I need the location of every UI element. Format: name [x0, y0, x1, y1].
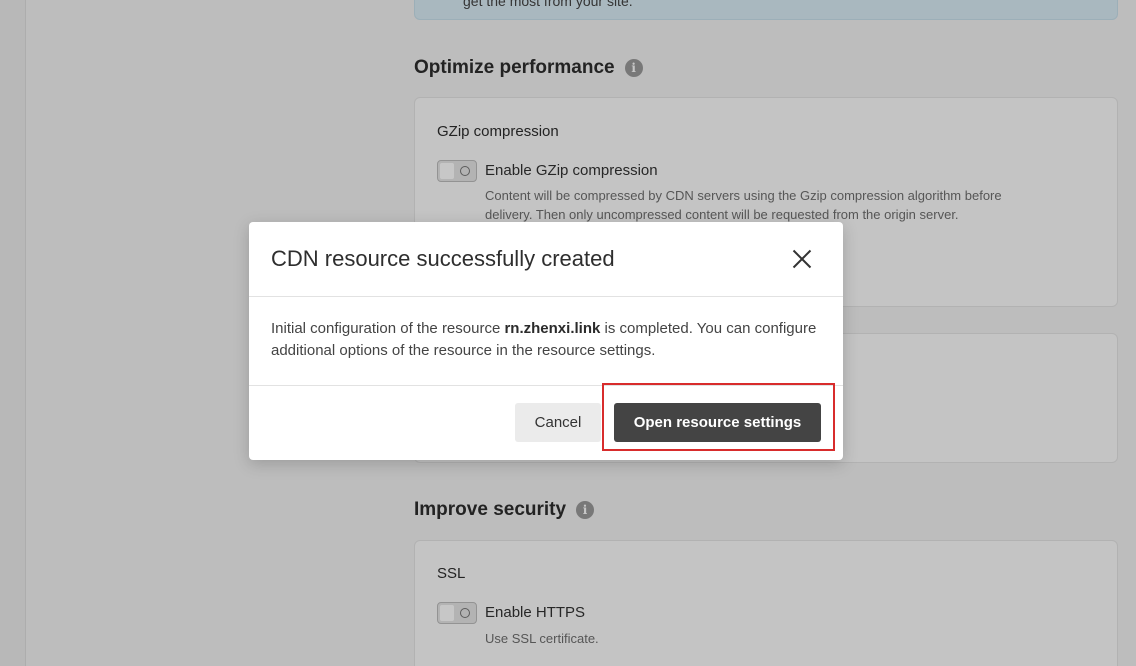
cancel-button[interactable]: Cancel: [515, 403, 601, 442]
highlight-box: [602, 383, 835, 451]
dialog-body: Initial configuration of the resource rn…: [271, 318, 831, 362]
dialog-header: CDN resource successfully created: [249, 222, 843, 297]
page: get the most from your site. Optimize pe…: [0, 0, 1136, 666]
dialog-body-prefix: Initial configuration of the resource: [271, 320, 505, 337]
resource-name: rn.zhenxi.link: [504, 320, 601, 337]
close-icon[interactable]: [789, 246, 815, 272]
dialog-title: CDN resource successfully created: [271, 246, 615, 271]
